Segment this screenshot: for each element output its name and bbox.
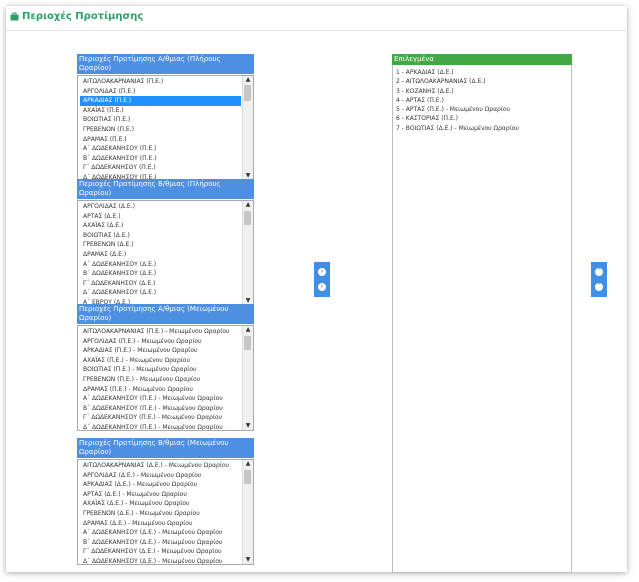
- scroll-thumb[interactable]: [244, 211, 251, 225]
- listbox-b-reduced[interactable]: ΑΙΤΩΛΟΑΚΑΡΝΑΝΙΑΣ (Δ.Ε.) - Μειωμένου Ωραρ…: [77, 459, 254, 565]
- selected-item[interactable]: 3 - ΚΟΖΑΝΗΣ (Δ.Ε.): [396, 87, 571, 96]
- list-item[interactable]: ΒΟΙΩΤΙΑΣ (Π.Ε.): [80, 115, 241, 125]
- list-item[interactable]: ΑΙΤΩΛΟΑΚΑΡΝΑΝΙΑΣ (Π.Ε.): [80, 77, 241, 87]
- list-panel-a-full: Περιοχές Προτίμησης Α/θμιας (Πλήρους Ωρα…: [77, 54, 254, 181]
- list-item[interactable]: ΑΡΓΟΛΙΔΑΣ (Δ.Ε.): [80, 202, 241, 212]
- selected-item[interactable]: 5 - ΑΡΤΑΣ (Π.Ε.) - Μειωμένου Ωραρίου: [396, 105, 571, 114]
- scrollbar[interactable]: ▲ ▼: [242, 201, 253, 305]
- list-item[interactable]: Γ΄ ΔΩΔΕΚΑΝΗΣΟΥ (Δ.Ε.) - Μειωμένου Ωραρίο…: [80, 547, 241, 557]
- scroll-up-icon[interactable]: ▲: [243, 201, 253, 209]
- selected-item[interactable]: 7 - ΒΟΙΩΤΙΑΣ (Δ.Ε.) - Μειωμένου Ωραρίου: [396, 124, 571, 133]
- listbox-items: ΑΙΤΩΛΟΑΚΑΡΝΑΝΙΑΣ (Π.Ε.) - Μειωμένου Ωραρ…: [78, 326, 253, 430]
- scroll-down-icon[interactable]: ▼: [243, 422, 253, 430]
- selected-panel-title: Επιλεγμένα: [392, 54, 572, 65]
- briefcase-icon: [10, 12, 19, 21]
- scroll-up-icon[interactable]: ▲: [243, 76, 253, 84]
- list-item[interactable]: ΑΡΚΑΔΙΑΣ (Π.Ε.) - Μειωμένου Ωραρίου: [80, 346, 241, 356]
- list-item[interactable]: ΔΡΑΜΑΣ (Π.Ε.): [80, 135, 241, 145]
- list-item[interactable]: ΑΧΑΪΑΣ (Π.Ε.): [80, 106, 241, 116]
- selected-items: 1 - ΑΡΚΑΔΙΑΣ (Δ.Ε.) 2 - ΑΙΤΩΛΟΑΚΑΡΝΑΝΙΑΣ …: [393, 65, 571, 133]
- list-item[interactable]: ΔΡΑΜΑΣ (Π.Ε.) - Μειωμένου Ωραρίου: [80, 385, 241, 395]
- list-item[interactable]: Β΄ ΔΩΔΕΚΑΝΗΣΟΥ (Δ.Ε.): [80, 269, 241, 279]
- add-button[interactable]: ›: [318, 268, 326, 276]
- list-panel-b-reduced: Περιοχές Προτίμησης Β/θμιας (Μειωμένου Ω…: [77, 438, 254, 565]
- list-item[interactable]: ΑΡΤΑΣ (Δ.Ε.) - Μειωμένου Ωραρίου: [80, 490, 241, 500]
- list-item[interactable]: ΒΟΙΩΤΙΑΣ (Δ.Ε.): [80, 231, 241, 241]
- scrollbar[interactable]: ▲ ▼: [242, 326, 253, 430]
- listbox-items: ΑΡΓΟΛΙΔΑΣ (Δ.Ε.) ΑΡΤΑΣ (Δ.Ε.) ΑΧΑΪΑΣ (Δ.Ε.…: [78, 201, 253, 305]
- listbox-b-full[interactable]: ΑΡΓΟΛΙΔΑΣ (Δ.Ε.) ΑΡΤΑΣ (Δ.Ε.) ΑΧΑΪΑΣ (Δ.Ε.…: [77, 200, 254, 306]
- list-item[interactable]: Γ΄ ΔΩΔΕΚΑΝΗΣΟΥ (Δ.Ε.): [80, 279, 241, 289]
- selected-item[interactable]: 6 - ΚΑΣΤΟΡΙΑΣ (Π.Ε.): [396, 114, 571, 123]
- list-item[interactable]: ΓΡΕΒΕΝΩΝ (Δ.Ε.) - Μειωμένου Ωραρίου: [80, 509, 241, 519]
- selected-item[interactable]: 4 - ΑΡΤΑΣ (Π.Ε.): [396, 96, 571, 105]
- list-item[interactable]: ΒΟΙΩΤΙΑΣ (Π.Ε.) - Μειωμένου Ωραρίου: [80, 365, 241, 375]
- scroll-down-icon[interactable]: ▼: [243, 556, 253, 564]
- list-item[interactable]: Δ΄ ΔΩΔΕΚΑΝΗΣΟΥ (Π.Ε.) - Μειωμένου Ωραρίο…: [80, 423, 241, 430]
- list-panel-a-reduced: Περιοχές Προτίμησης Α/θμιας (Μειωμένου Ω…: [77, 304, 254, 431]
- scroll-up-icon[interactable]: ▲: [243, 326, 253, 334]
- scroll-thumb[interactable]: [244, 85, 251, 101]
- list-item[interactable]: ΑΧΑΪΑΣ (Δ.Ε.) - Μειωμένου Ωραρίου: [80, 499, 241, 509]
- scrollbar[interactable]: ▲ ▼: [242, 76, 253, 180]
- selected-listbox[interactable]: 1 - ΑΡΚΑΔΙΑΣ (Δ.Ε.) 2 - ΑΙΤΩΛΟΑΚΑΡΝΑΝΙΑΣ …: [392, 65, 572, 573]
- scroll-up-icon[interactable]: ▲: [243, 460, 253, 468]
- list-item[interactable]: ΓΡΕΒΕΝΩΝ (Π.Ε.) - Μειωμένου Ωραρίου: [80, 375, 241, 385]
- list-item[interactable]: ΑΙΤΩΛΟΑΚΑΡΝΑΝΙΑΣ (Π.Ε.) - Μειωμένου Ωραρ…: [80, 327, 241, 337]
- list-item[interactable]: ΑΙΤΩΛΟΑΚΑΡΝΑΝΙΑΣ (Δ.Ε.) - Μειωμένου Ωραρ…: [80, 461, 241, 471]
- list-item[interactable]: Δ΄ ΔΩΔΕΚΑΝΗΣΟΥ (Δ.Ε.): [80, 288, 241, 298]
- transfer-buttons: › ‹: [314, 262, 330, 297]
- page-title: Περιοχές Προτίμησης: [10, 11, 143, 22]
- selected-panel: Επιλεγμένα 1 - ΑΡΚΑΔΙΑΣ (Δ.Ε.) 2 - ΑΙΤΩΛΟ…: [392, 54, 572, 573]
- list-item[interactable]: Γ΄ ΔΩΔΕΚΑΝΗΣΟΥ (Π.Ε.): [80, 163, 241, 173]
- list-item[interactable]: Β΄ ΔΩΔΕΚΑΝΗΣΟΥ (Π.Ε.) - Μειωμένου Ωραρίο…: [80, 404, 241, 414]
- list-item[interactable]: ΑΧΑΪΑΣ (Π.Ε.) - Μειωμένου Ωραρίου: [80, 356, 241, 366]
- listbox-a-full[interactable]: ΑΙΤΩΛΟΑΚΑΡΝΑΝΙΑΣ (Π.Ε.) ΑΡΓΟΛΙΔΑΣ (Π.Ε.) Α…: [77, 75, 254, 181]
- page-title-text: Περιοχές Προτίμησης: [22, 11, 144, 22]
- list-item[interactable]: Γ΄ ΔΩΔΕΚΑΝΗΣΟΥ (Π.Ε.) - Μειωμένου Ωραρίο…: [80, 413, 241, 423]
- list-panel-title: Περιοχές Προτίμησης Β/θμιας (Μειωμένου Ω…: [77, 438, 254, 458]
- list-item[interactable]: Β΄ ΔΩΔΕΚΑΝΗΣΟΥ (Δ.Ε.) - Μειωμένου Ωραρίο…: [80, 538, 241, 548]
- list-item[interactable]: ΑΧΑΪΑΣ (Δ.Ε.): [80, 221, 241, 231]
- list-item[interactable]: Α΄ ΔΩΔΕΚΑΝΗΣΟΥ (Δ.Ε.): [80, 260, 241, 270]
- list-panel-title: Περιοχές Προτίμησης Β/θμιας (Πλήρους Ωρα…: [77, 179, 254, 199]
- list-item[interactable]: Α΄ ΔΩΔΕΚΑΝΗΣΟΥ (Π.Ε.) - Μειωμένου Ωραρίο…: [80, 394, 241, 404]
- list-panel-title: Περιοχές Προτίμησης Α/θμιας (Πλήρους Ωρα…: [77, 54, 254, 74]
- listbox-a-reduced[interactable]: ΑΙΤΩΛΟΑΚΑΡΝΑΝΙΑΣ (Π.Ε.) - Μειωμένου Ωραρ…: [77, 325, 254, 431]
- move-up-button[interactable]: ˄: [595, 268, 603, 276]
- list-item[interactable]: ΓΡΕΒΕΝΩΝ (Δ.Ε.): [80, 240, 241, 250]
- listbox-items: ΑΙΤΩΛΟΑΚΑΡΝΑΝΙΑΣ (Π.Ε.) ΑΡΓΟΛΙΔΑΣ (Π.Ε.) Α…: [78, 76, 253, 180]
- card-header: Περιοχές Προτίμησης: [6, 6, 627, 31]
- listbox-items: ΑΙΤΩΛΟΑΚΑΡΝΑΝΙΑΣ (Δ.Ε.) - Μειωμένου Ωραρ…: [78, 460, 253, 564]
- list-item[interactable]: Α΄ ΔΩΔΕΚΑΝΗΣΟΥ (Δ.Ε.) - Μειωμένου Ωραρίο…: [80, 528, 241, 538]
- list-item[interactable]: ΑΡΤΑΣ (Δ.Ε.): [80, 212, 241, 222]
- remove-button[interactable]: ‹: [318, 283, 326, 291]
- list-item[interactable]: Δ΄ ΔΩΔΕΚΑΝΗΣΟΥ (Δ.Ε.) - Μειωμένου Ωραρίο…: [80, 557, 241, 564]
- move-down-button[interactable]: ˅: [595, 283, 603, 291]
- list-item[interactable]: Β΄ ΔΩΔΕΚΑΝΗΣΟΥ (Π.Ε.): [80, 154, 241, 164]
- list-panel-b-full: Περιοχές Προτίμησης Β/θμιας (Πλήρους Ωρα…: [77, 179, 254, 306]
- order-buttons: ˄ ˅: [591, 262, 607, 297]
- scroll-thumb[interactable]: [244, 336, 251, 350]
- list-item[interactable]: ΑΡΚΑΔΙΑΣ (Π.Ε.): [80, 96, 241, 106]
- preference-card: Περιοχές Προτίμησης Περιοχές Προτίμησης …: [6, 6, 627, 573]
- list-item[interactable]: ΔΡΑΜΑΣ (Δ.Ε.): [80, 250, 241, 260]
- list-panel-title: Περιοχές Προτίμησης Α/θμιας (Μειωμένου Ω…: [77, 304, 254, 324]
- list-item[interactable]: ΑΡΓΟΛΙΔΑΣ (Π.Ε.): [80, 87, 241, 97]
- scrollbar[interactable]: ▲ ▼: [242, 460, 253, 564]
- selected-item[interactable]: 2 - ΑΙΤΩΛΟΑΚΑΡΝΑΝΙΑΣ (Δ.Ε.): [396, 77, 571, 86]
- selected-item[interactable]: 1 - ΑΡΚΑΔΙΑΣ (Δ.Ε.): [396, 68, 571, 77]
- list-item[interactable]: ΑΡΓΟΛΙΔΑΣ (Π.Ε.) - Μειωμένου Ωραρίου: [80, 337, 241, 347]
- list-item[interactable]: Α΄ ΔΩΔΕΚΑΝΗΣΟΥ (Π.Ε.): [80, 144, 241, 154]
- list-item[interactable]: ΑΡΚΑΔΙΑΣ (Δ.Ε.) - Μειωμένου Ωραρίου: [80, 480, 241, 490]
- list-item[interactable]: ΔΡΑΜΑΣ (Δ.Ε.) - Μειωμένου Ωραρίου: [80, 519, 241, 529]
- list-item[interactable]: ΑΡΓΟΛΙΔΑΣ (Δ.Ε.) - Μειωμένου Ωραρίου: [80, 471, 241, 481]
- list-item[interactable]: ΓΡΕΒΕΝΩΝ (Π.Ε.): [80, 125, 241, 135]
- scroll-thumb[interactable]: [244, 470, 251, 484]
